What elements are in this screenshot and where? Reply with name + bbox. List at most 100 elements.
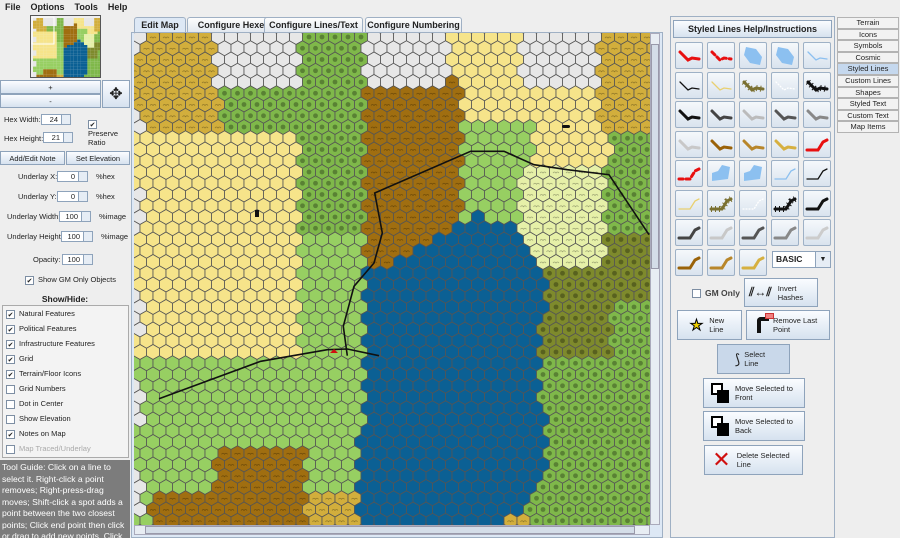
line-style-swatch[interactable]: [771, 101, 799, 128]
hex-height-spinner[interactable]: [63, 133, 72, 142]
checkbox[interactable]: [6, 354, 15, 364]
tab-configure-numbering[interactable]: Configure Numbering: [365, 17, 462, 32]
menu-file[interactable]: File: [5, 0, 21, 14]
horizontal-scrollbar[interactable]: [134, 525, 650, 535]
move-to-front-button[interactable]: Move Selected to Front: [703, 378, 805, 408]
horizontal-scroll-thumb[interactable]: [145, 526, 635, 534]
line-style-swatch[interactable]: [803, 42, 831, 69]
side-tab-map-items[interactable]: Map Items: [837, 121, 899, 133]
line-style-swatch[interactable]: [675, 189, 703, 217]
checkbox[interactable]: [6, 309, 15, 319]
menu-options[interactable]: Options: [31, 0, 65, 14]
line-style-swatch[interactable]: [675, 219, 703, 246]
line-style-select[interactable]: BASIC ▼: [772, 251, 831, 268]
show-hide-item[interactable]: Dot in Center: [3, 396, 128, 411]
show-hide-item[interactable]: Political Features: [3, 321, 128, 336]
show-hide-item[interactable]: Grid Numbers: [3, 381, 128, 396]
underlay-y-input[interactable]: 0: [57, 191, 88, 202]
styled-lines-help-button[interactable]: Styled Lines Help/Instructions: [673, 20, 832, 38]
opacity-input[interactable]: 100: [62, 254, 93, 265]
side-tab-styled-text[interactable]: Styled Text: [837, 98, 899, 110]
checkbox[interactable]: [6, 339, 15, 349]
line-style-swatch[interactable]: [739, 42, 767, 69]
underlay-width-spinner[interactable]: [81, 212, 90, 221]
zoom-in-button[interactable]: +: [0, 80, 101, 94]
new-line-button[interactable]: ★ New Line: [677, 310, 742, 340]
tab-configure-lines-text[interactable]: Configure Lines/Text: [264, 17, 363, 32]
show-gm-only-checkbox[interactable]: Show GM Only Objects: [25, 275, 116, 285]
line-style-swatch[interactable]: [803, 130, 831, 158]
pan-button[interactable]: ✥: [102, 80, 130, 108]
show-hide-item[interactable]: Terrain/Floor Icons: [3, 366, 128, 381]
side-tab-custom-lines[interactable]: Custom Lines: [837, 75, 899, 87]
line-style-swatch[interactable]: [771, 130, 799, 158]
vertical-scrollbar[interactable]: [650, 33, 660, 525]
line-style-swatch[interactable]: [707, 42, 735, 69]
line-style-swatch[interactable]: [675, 160, 703, 187]
hex-height-input[interactable]: 21: [43, 132, 73, 143]
line-style-swatch[interactable]: [707, 189, 735, 217]
line-style-swatch[interactable]: [675, 42, 703, 69]
line-style-swatch[interactable]: [707, 219, 735, 246]
line-style-swatch[interactable]: [675, 248, 703, 276]
show-gm-check[interactable]: [25, 275, 34, 285]
line-style-swatch[interactable]: [739, 101, 767, 128]
checkbox[interactable]: [6, 384, 15, 394]
line-style-swatch[interactable]: [675, 130, 703, 158]
gm-only-checkbox[interactable]: GM Only: [692, 288, 740, 299]
side-tab-shapes[interactable]: Shapes: [837, 86, 899, 99]
move-to-back-button[interactable]: Move Selected to Back: [703, 411, 805, 441]
hex-map-canvas[interactable]: [134, 33, 650, 525]
line-style-swatch[interactable]: [707, 130, 735, 158]
chevron-down-icon[interactable]: ▼: [815, 252, 830, 267]
line-style-swatch[interactable]: [739, 130, 767, 158]
gm-only-check[interactable]: [692, 289, 701, 299]
opacity-spinner[interactable]: [83, 255, 92, 264]
line-style-swatch[interactable]: [707, 248, 735, 276]
show-hide-item[interactable]: Show Elevation: [3, 411, 128, 426]
underlay-x-input[interactable]: 0: [57, 171, 88, 182]
side-tab-custom-text[interactable]: Custom Text: [837, 109, 899, 122]
hex-width-input[interactable]: 24: [41, 114, 71, 125]
checkbox[interactable]: [6, 429, 15, 439]
add-edit-note-button[interactable]: Add/Edit Note: [0, 151, 65, 165]
line-style-swatch[interactable]: [771, 219, 799, 246]
line-style-swatch[interactable]: [803, 101, 831, 128]
underlay-height-spinner[interactable]: [83, 232, 92, 241]
preserve-ratio-check[interactable]: [88, 120, 97, 129]
tab-edit-map[interactable]: Edit Map: [134, 17, 186, 32]
show-hide-item[interactable]: Infrastructure Features: [3, 336, 128, 351]
side-tab-styled-lines[interactable]: Styled Lines: [837, 63, 899, 75]
line-style-swatch[interactable]: [739, 248, 767, 276]
checkbox[interactable]: [6, 414, 15, 424]
line-style-swatch[interactable]: [803, 189, 831, 217]
line-style-swatch[interactable]: [771, 42, 799, 69]
underlay-y-spinner[interactable]: [78, 192, 87, 201]
invert-hashes-button[interactable]: ⫽↔⫽ Invert Hashes: [744, 278, 818, 307]
menu-tools[interactable]: Tools: [75, 0, 98, 14]
checkbox[interactable]: [6, 444, 15, 454]
line-style-swatch[interactable]: [739, 71, 767, 99]
line-style-swatch[interactable]: [675, 101, 703, 128]
underlay-height-input[interactable]: 100: [61, 231, 93, 242]
line-style-swatch[interactable]: [771, 189, 799, 217]
side-tab-icons[interactable]: Icons: [837, 28, 899, 41]
line-style-swatch[interactable]: [803, 160, 831, 187]
line-style-swatch[interactable]: [771, 71, 799, 99]
line-style-swatch[interactable]: [707, 101, 735, 128]
side-tab-symbols[interactable]: Symbols: [837, 40, 899, 52]
hex-map[interactable]: [134, 33, 650, 525]
side-tab-terrain[interactable]: Terrain: [837, 17, 899, 29]
remove-last-point-button[interactable]: Remove Last Point: [746, 310, 830, 340]
checkbox[interactable]: [6, 369, 15, 379]
line-style-swatch[interactable]: [739, 219, 767, 246]
underlay-width-input[interactable]: 100: [59, 211, 91, 222]
line-style-swatch[interactable]: [739, 160, 767, 187]
line-style-swatch[interactable]: [707, 160, 735, 187]
checkbox[interactable]: [6, 324, 15, 334]
side-tab-cosmic[interactable]: Cosmic: [837, 51, 899, 64]
show-hide-item[interactable]: Natural Features: [3, 306, 128, 321]
line-style-swatch[interactable]: [739, 189, 767, 217]
line-style-swatch[interactable]: [803, 71, 831, 99]
hex-width-spinner[interactable]: [61, 115, 70, 124]
